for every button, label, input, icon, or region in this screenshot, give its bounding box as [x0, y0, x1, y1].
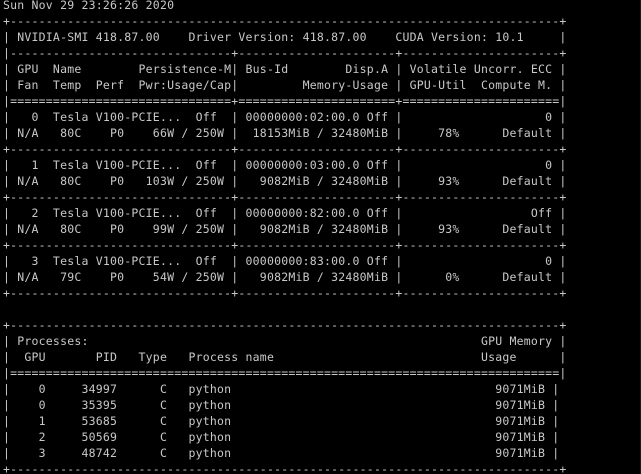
version-line: | NVIDIA-SMI 418.87.00 Driver Version: 4… [3, 30, 567, 44]
process-row: | 0 35395 C python 9071MiB | [3, 398, 560, 412]
process-row: | 3 48742 C python 9071MiB | [3, 446, 560, 460]
gpu-0-row-1: | 0 Tesla V100-PCIE... Off | 00000000:02… [3, 110, 567, 124]
processes-separator: |=======================================… [3, 366, 567, 380]
timestamp-line: Sun Nov 29 23:26:26 2020 [3, 0, 175, 12]
gpu-3-row-1: | 3 Tesla V100-PCIE... Off | 00000000:83… [3, 254, 567, 268]
process-row: | 1 53685 C python 9071MiB | [3, 414, 560, 428]
processes-top-border: +---------------------------------------… [3, 318, 567, 332]
processes-title-line: | Processes: GPU Memory | [3, 334, 567, 348]
gpu-header-line-1: | GPU Name Persistence-M| Bus-Id Disp.A … [3, 62, 567, 76]
gpu-2-row-1: | 2 Tesla V100-PCIE... Off | 00000000:82… [3, 206, 567, 220]
row-divider: +-------------------------------+-------… [3, 190, 567, 204]
table-top-border: +---------------------------------------… [3, 14, 567, 28]
gpu-1-row-2: | N/A 80C P0 103W / 250W | 9082MiB / 324… [3, 174, 567, 188]
processes-header-line: | GPU PID Type Process name Usage | [3, 350, 567, 364]
gpu-3-row-2: | N/A 79C P0 54W / 250W | 9082MiB / 3248… [3, 270, 567, 284]
process-row: | 2 50569 C python 9071MiB | [3, 430, 560, 444]
row-divider: +-------------------------------+-------… [3, 142, 567, 156]
gpu-0-row-2: | N/A 80C P0 66W / 250W | 18153MiB / 324… [3, 126, 567, 140]
gpu-header-line-2: | Fan Temp Perf Pwr:Usage/Cap| Memory-Us… [3, 78, 567, 92]
table-bottom-border: +-------------------------------+-------… [3, 286, 567, 300]
processes-bottom-border: +---------------------------------------… [3, 462, 567, 474]
row-divider: +-------------------------------+-------… [3, 238, 567, 252]
table-divider: |-------------------------------+-------… [3, 46, 567, 60]
terminal-window[interactable]: Sun Nov 29 23:26:26 2020 +--------------… [3, 0, 641, 474]
process-row: | 0 34997 C python 9071MiB | [3, 382, 560, 396]
gpu-1-row-1: | 1 Tesla V100-PCIE... Off | 00000000:03… [3, 158, 567, 172]
header-separator: |===============================+=======… [3, 94, 567, 108]
gpu-2-row-2: | N/A 80C P0 99W / 250W | 9082MiB / 3248… [3, 222, 567, 236]
